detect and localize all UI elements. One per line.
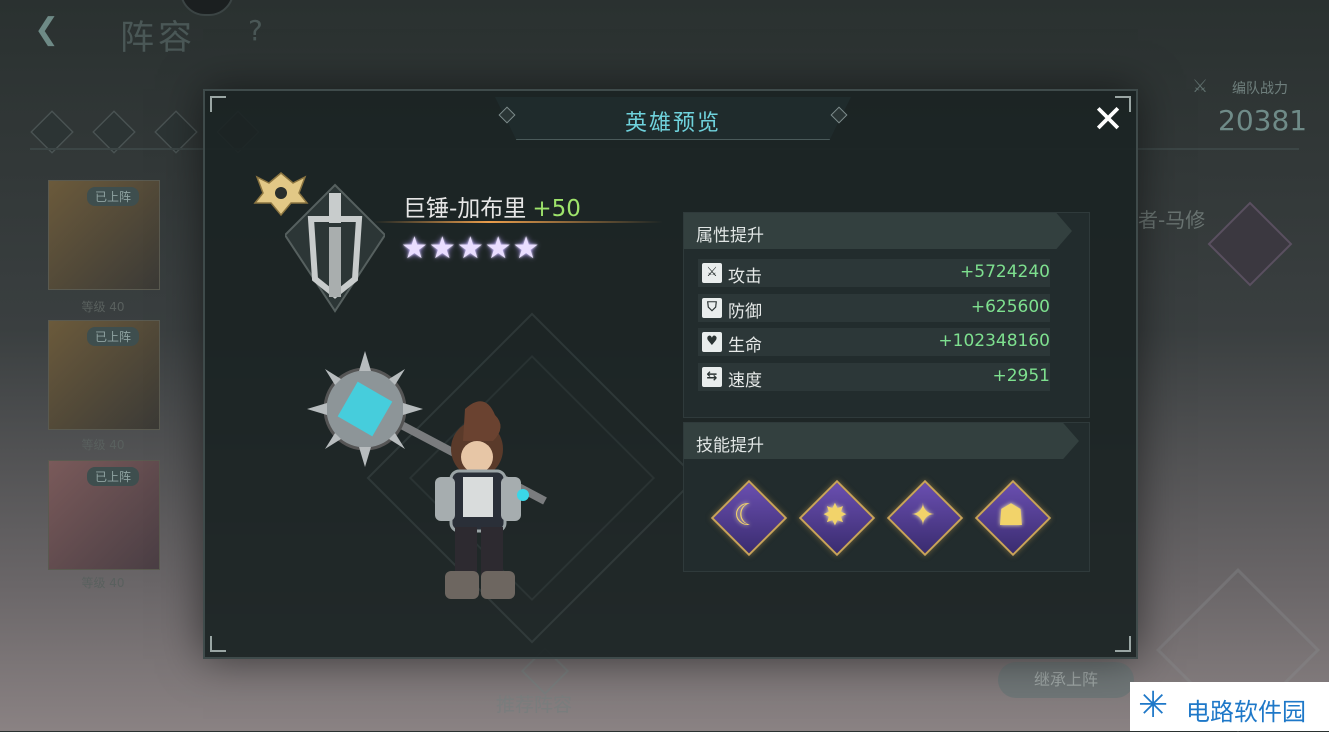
close-button[interactable]: ✕ <box>1086 97 1130 141</box>
star-icon: ★ <box>512 231 540 266</box>
inherit-button[interactable]: 继承上阵 <box>998 662 1134 698</box>
attribute-label: 防御 <box>728 302 762 322</box>
star-icon: ★ <box>428 231 456 266</box>
attribute-row-defense: ⛉ 防御 +625600 <box>698 294 1050 322</box>
attribute-value: +102348160 <box>938 331 1050 351</box>
back-arrow-icon[interactable]: ❮ <box>34 12 64 47</box>
panel-header: 属性提升 <box>684 213 1072 249</box>
team-power-value: 20381 <box>1218 104 1308 137</box>
attribute-row-speed: ⇆ 速度 +2951 <box>698 363 1050 391</box>
skill-list: ☾ ✸ ✦ ☗ <box>710 479 1052 557</box>
skill-slot-3[interactable]: ✦ <box>886 479 964 557</box>
hero-star-rating: ★ ★ ★ ★ ★ <box>401 233 540 265</box>
hero-level: 等级 40 <box>81 438 125 452</box>
help-icon[interactable]: ? <box>248 14 263 47</box>
frame-corner <box>210 636 226 652</box>
hero-level: 等级 40 <box>81 576 125 590</box>
watermark: ✳ 电路软件园 <box>1130 682 1329 731</box>
name-underline-glow <box>373 221 663 223</box>
attribute-label: 生命 <box>728 336 762 356</box>
attribute-label: 速度 <box>728 371 762 391</box>
star-icon: ★ <box>484 231 512 266</box>
attribute-panel-title: 属性提升 <box>696 226 764 246</box>
skill-upgrade-panel: 技能提升 ☾ ✸ ✦ ☗ <box>683 422 1090 572</box>
skill-slot-4[interactable]: ☗ <box>974 479 1052 557</box>
snowflake-logo-icon: ✳ <box>1138 685 1169 726</box>
class-emblem-icon <box>1207 201 1293 287</box>
warrior-role-icon <box>285 183 385 313</box>
crossed-swords-icon: ⚔ <box>1192 76 1209 97</box>
hero-model-hammer-warrior <box>307 351 547 599</box>
hero-name-text: 巨锤-加布里 <box>403 196 527 222</box>
hero-model-stage <box>295 312 698 644</box>
hammer-swing-skill-icon: ☾ <box>733 498 761 533</box>
skill-slot-2[interactable]: ✸ <box>798 479 876 557</box>
attribute-row-health: ♥ 生命 +102348160 <box>698 328 1050 356</box>
hero-name-background: 者-马修 <box>1138 208 1206 232</box>
hero-card[interactable]: 已上阵 <box>48 460 160 570</box>
hero-level: 等级 40 <box>81 300 125 314</box>
attribute-row-attack: ⚔ 攻击 +5724240 <box>698 259 1050 287</box>
skill-panel-title: 技能提升 <box>696 436 764 456</box>
shield-icon: ⛉ <box>702 298 722 318</box>
skill-slot-1[interactable]: ☾ <box>710 479 788 557</box>
panel-header: 技能提升 <box>684 423 1079 459</box>
attribute-label: 攻击 <box>728 267 762 287</box>
hero-card[interactable]: 已上阵 <box>48 320 160 430</box>
star-icon: ★ <box>401 231 428 266</box>
orbit-strike-skill-icon: ✦ <box>910 498 936 533</box>
frame-corner <box>1115 636 1131 652</box>
dialog-title: 英雄预览 <box>624 111 721 136</box>
deployed-badge: 已上阵 <box>87 187 140 206</box>
attribute-value: +625600 <box>970 297 1050 317</box>
hero-card[interactable]: 已上阵 <box>48 180 160 290</box>
sword-icon: ⚔ <box>702 263 722 283</box>
team-buff-skill-icon: ☗ <box>997 498 1025 533</box>
attribute-value: +5724240 <box>960 262 1050 282</box>
charge-skill-icon: ✸ <box>822 498 848 533</box>
speed-icon: ⇆ <box>702 367 722 387</box>
watermark-text: 电路软件园 <box>1186 698 1306 726</box>
hero-preview-dialog: 英雄预览 ✕ 巨锤-加布里 +50 ★ ★ ★ ★ ★ 属性提升 ⚔ 攻击 +5… <box>203 89 1138 659</box>
title-bar-frame: 英雄预览 <box>495 97 851 139</box>
deployed-badge: 已上阵 <box>87 467 140 486</box>
frame-corner <box>210 96 226 112</box>
deployed-badge: 已上阵 <box>87 327 140 346</box>
attribute-value: +2951 <box>992 366 1050 386</box>
heart-icon: ♥ <box>702 332 722 352</box>
page-title: 阵容 <box>120 18 196 58</box>
recommend-lineup-button[interactable]: 推荐阵容 <box>496 690 572 717</box>
star-icon: ★ <box>456 231 484 266</box>
hero-enhance-level: +50 <box>532 196 581 222</box>
hero-name: 巨锤-加布里 +50 <box>403 189 581 223</box>
attribute-bonus-panel: 属性提升 ⚔ 攻击 +5724240 ⛉ 防御 +625600 ♥ 生命 +10… <box>683 212 1090 418</box>
team-power-label: 编队战力 <box>1232 81 1288 97</box>
